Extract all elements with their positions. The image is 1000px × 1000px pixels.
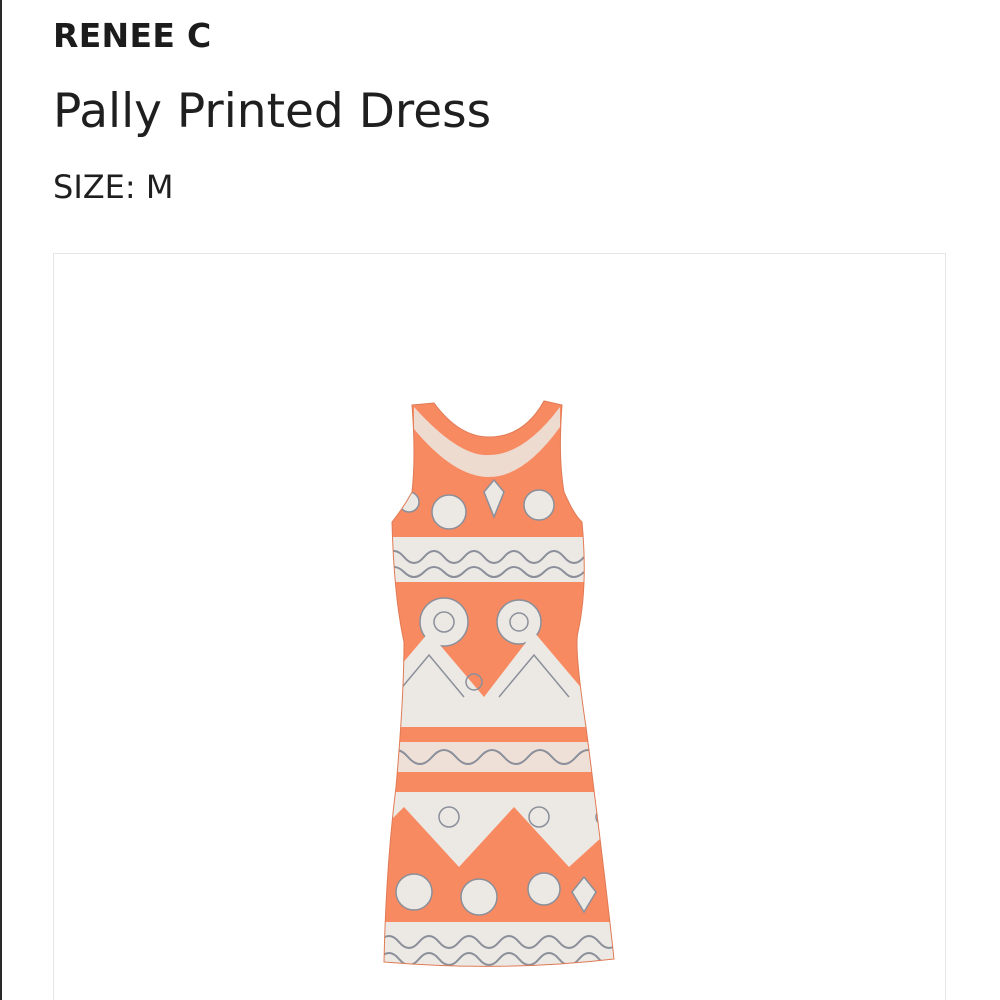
window-edge-divider (0, 0, 2, 1000)
dress-image[interactable] (374, 397, 624, 977)
product-image-card[interactable] (53, 253, 946, 1000)
brand-name: RENEE C (53, 16, 212, 55)
size-label: SIZE: M (53, 168, 174, 206)
product-title: Pally Printed Dress (53, 84, 492, 139)
